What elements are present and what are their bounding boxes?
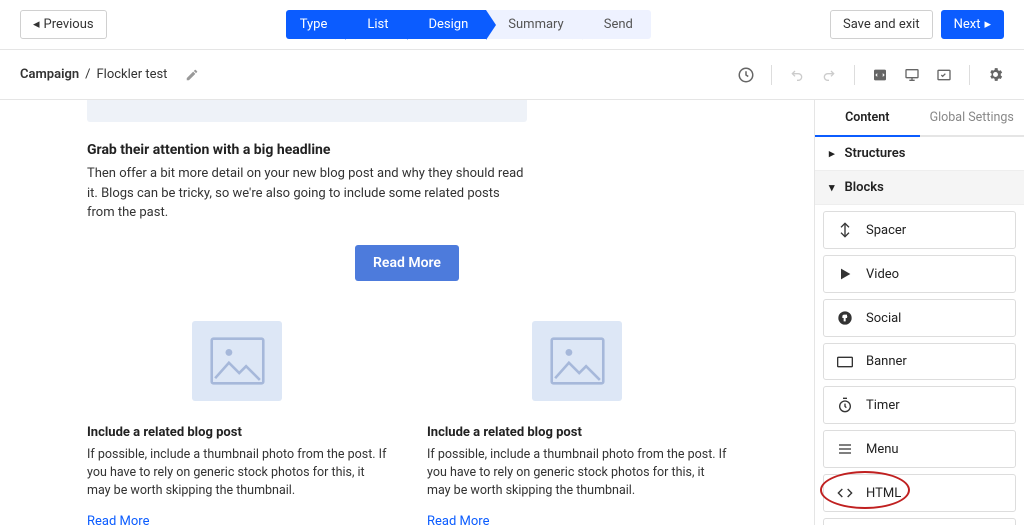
accordion-blocks[interactable]: ▾ Blocks [815,171,1024,205]
subbar-actions [737,65,1004,85]
accordion-label: Blocks [845,180,884,195]
previous-button[interactable]: ◂ Previous [20,10,107,39]
related-read-more-link[interactable]: Read More [427,514,489,525]
menu-icon [836,441,854,457]
related-title[interactable]: Include a related blog post [427,425,727,440]
hero-background-strip [87,100,527,122]
breadcrumb-name: Flockler test [96,67,167,82]
accordion-structures[interactable]: ▸ Structures [815,137,1024,171]
block-social[interactable]: Social [823,299,1016,337]
image-placeholder-icon[interactable] [192,321,282,401]
related-read-more-link[interactable]: Read More [87,514,149,525]
headline-text[interactable]: Grab their attention with a big headline [87,142,527,158]
desktop-preview-icon[interactable] [903,66,921,84]
undo-icon[interactable] [788,66,806,84]
related-post[interactable]: Include a related blog post If possible,… [87,321,387,525]
chevron-down-icon: ▾ [829,181,835,194]
image-placeholder-icon[interactable] [532,321,622,401]
sidebar-tabs: Content Global Settings [815,100,1024,137]
block-label: Banner [866,354,907,369]
next-button[interactable]: Next ▸ [941,10,1004,39]
block-html[interactable]: HTML [823,474,1016,512]
block-rss[interactable]: RSS [823,518,1016,525]
next-label: Next [954,17,981,32]
block-timer[interactable]: Timer [823,386,1016,424]
timer-icon [836,397,854,413]
blocks-list: Spacer Video Social Banner Timer Menu [815,205,1024,525]
block-menu[interactable]: Menu [823,430,1016,468]
read-more-button[interactable]: Read More [355,245,459,281]
social-icon [836,310,854,326]
design-canvas[interactable]: Grab their attention with a big headline… [0,100,814,525]
breadcrumb-sep: / [85,67,90,82]
block-label: Social [866,311,901,326]
block-label: Menu [866,442,899,457]
block-spacer[interactable]: Spacer [823,211,1016,249]
main-area: Grab their attention with a big headline… [0,100,1024,525]
body-text[interactable]: Then offer a bit more detail on your new… [87,164,527,223]
block-banner[interactable]: Banner [823,343,1016,380]
related-posts-row: Include a related blog post If possible,… [87,321,727,525]
related-title[interactable]: Include a related blog post [87,425,387,440]
gear-icon[interactable] [986,66,1004,84]
previous-label: Previous [44,17,94,32]
chevron-left-icon: ◂ [33,17,40,32]
breadcrumb: Campaign / Flockler test [20,66,201,84]
spacer-icon [836,222,854,238]
chevron-right-icon: ▸ [984,17,991,32]
block-label: HTML [866,486,901,501]
subbar: Campaign / Flockler test [0,50,1024,100]
edit-name-icon[interactable] [183,66,201,84]
chevron-right-icon: ▸ [829,147,835,160]
banner-icon [836,356,854,368]
related-post[interactable]: Include a related blog post If possible,… [427,321,727,525]
save-and-exit-button[interactable]: Save and exit [830,10,933,39]
block-label: Timer [866,398,900,413]
block-label: Video [866,267,899,282]
wizard-step-type[interactable]: Type [286,10,346,39]
breadcrumb-root[interactable]: Campaign [20,67,79,82]
html-icon [836,485,854,501]
related-body[interactable]: If possible, include a thumbnail photo f… [87,446,387,500]
tab-global-settings[interactable]: Global Settings [920,100,1024,137]
block-video[interactable]: Video [823,255,1016,293]
related-body[interactable]: If possible, include a thumbnail photo f… [427,446,727,500]
wizard-step-summary[interactable]: Summary [486,10,581,39]
video-icon [836,266,854,282]
history-icon[interactable] [737,66,755,84]
checklist-icon[interactable] [935,66,953,84]
content-block: Grab their attention with a big headline… [87,142,527,223]
wizard-step-send[interactable]: Send [582,10,651,39]
redo-icon[interactable] [820,66,838,84]
wizard-steps: Type List Design Summary Send [286,10,651,39]
code-view-icon[interactable] [871,66,889,84]
tab-content[interactable]: Content [815,100,920,137]
sidebar: Content Global Settings ▸ Structures ▾ B… [814,100,1024,525]
block-label: Spacer [866,223,906,238]
wizard-step-design[interactable]: Design [407,10,487,39]
accordion-label: Structures [845,146,906,161]
topbar: ◂ Previous Type List Design Summary Send… [0,0,1024,50]
